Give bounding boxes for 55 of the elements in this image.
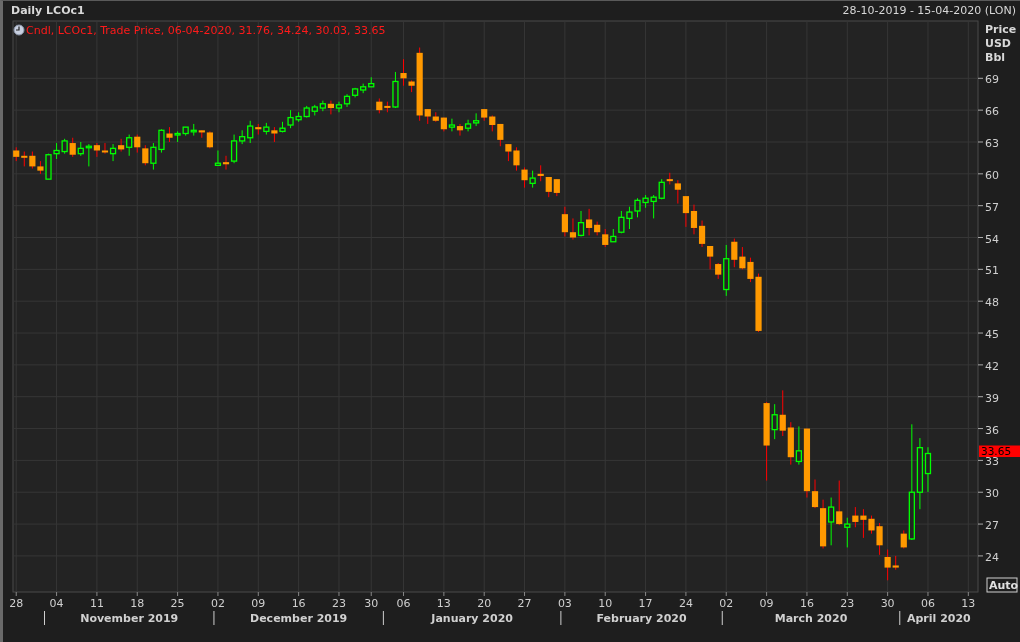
unit-label: Price bbox=[985, 23, 1017, 36]
price-label: 54 bbox=[985, 232, 999, 246]
month-label: November 2019 bbox=[80, 612, 179, 625]
date-label: 16 bbox=[291, 597, 306, 610]
price-label: 60 bbox=[985, 168, 999, 182]
date-label: 10 bbox=[598, 597, 613, 610]
last-price-tag: 33.65 bbox=[979, 445, 1020, 457]
date-label: 09 bbox=[251, 597, 266, 610]
date-label: 13 bbox=[961, 597, 976, 610]
chart-title: Daily LCOc1 bbox=[11, 4, 85, 17]
auto-button[interactable]: Auto bbox=[986, 577, 1019, 593]
date-label: 18 bbox=[130, 597, 145, 610]
date-label: 04 bbox=[49, 597, 64, 610]
date-label: 03 bbox=[557, 597, 572, 610]
date-label: 23 bbox=[331, 597, 346, 610]
date-label: 11 bbox=[89, 597, 104, 610]
date-label: 06 bbox=[920, 597, 935, 610]
price-label: 33 bbox=[985, 455, 999, 469]
price-label: 27 bbox=[985, 519, 999, 533]
price-label: 48 bbox=[985, 296, 999, 310]
price-label: 39 bbox=[985, 391, 999, 405]
price-label: 57 bbox=[985, 200, 999, 214]
unit-label: Bbl bbox=[985, 51, 1006, 64]
date-label: 09 bbox=[759, 597, 774, 610]
date-label: 30 bbox=[880, 597, 895, 610]
price-label: 30 bbox=[985, 487, 999, 501]
month-label: March 2020 bbox=[774, 612, 848, 625]
price-label: 63 bbox=[985, 137, 999, 150]
date-label: 06 bbox=[396, 597, 411, 610]
price-label: 69 bbox=[985, 73, 999, 87]
month-label: December 2019 bbox=[250, 612, 348, 625]
month-label: February 2020 bbox=[596, 612, 687, 625]
date-label: 23 bbox=[840, 597, 855, 610]
date-label: 16 bbox=[799, 597, 814, 610]
date-label: 30 bbox=[364, 597, 379, 610]
price-label: 66 bbox=[985, 105, 999, 119]
date-label: 20 bbox=[477, 597, 492, 610]
date-label: 27 bbox=[517, 597, 532, 610]
date-label: 02 bbox=[210, 597, 225, 610]
month-label: January 2020 bbox=[431, 612, 513, 625]
price-label: 24 bbox=[985, 550, 999, 564]
date-label: 24 bbox=[678, 597, 693, 610]
price-label: 42 bbox=[985, 359, 999, 373]
date-label: 28 bbox=[9, 597, 24, 610]
price-label: 36 bbox=[985, 423, 999, 437]
date-label: 13 bbox=[436, 597, 451, 610]
price-label: 45 bbox=[985, 328, 999, 342]
date-label: 25 bbox=[170, 597, 185, 610]
price-label: 51 bbox=[985, 264, 999, 278]
legend-text: Cndl, LCOc1, Trade Price, 06-04-2020, 31.76, 34.24, 30.03, 33.65 bbox=[26, 24, 386, 37]
date-label: 17 bbox=[638, 597, 653, 610]
date-label: 02 bbox=[719, 597, 734, 610]
unit-label: USD bbox=[985, 37, 1011, 50]
month-label: April 2020 bbox=[907, 612, 971, 625]
date-range: 28-10-2019 - 15-04-2020 (LON) bbox=[842, 4, 1016, 17]
